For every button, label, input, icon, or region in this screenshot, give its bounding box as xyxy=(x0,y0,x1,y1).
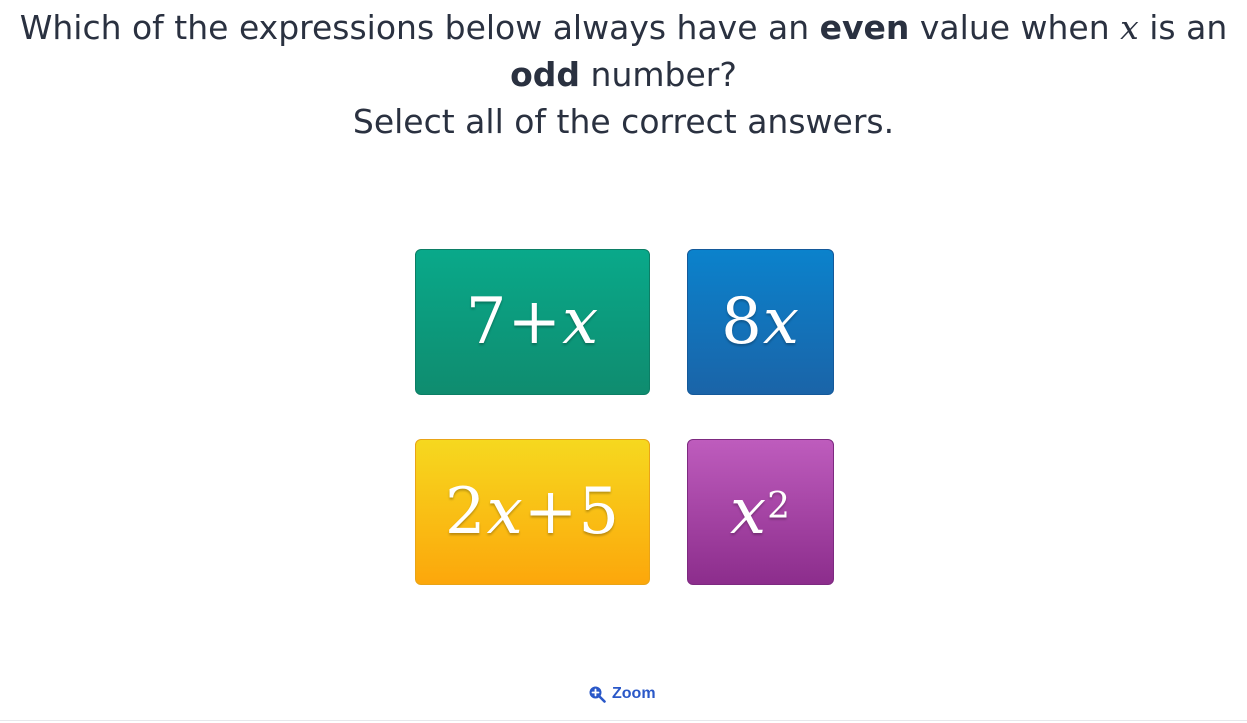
answer-option-8x[interactable]: 8x xyxy=(687,249,834,395)
zoom-button[interactable]: Zoom xyxy=(588,682,656,706)
question-text: Which of the expressions below always ha… xyxy=(0,4,1247,145)
answer-3-suffix: +5 xyxy=(523,475,621,549)
instruction-text: Select all of the correct answers. xyxy=(352,102,895,141)
zoom-label: Zoom xyxy=(612,685,656,702)
answer-option-7-plus-x[interactable]: 7+ x xyxy=(415,249,650,395)
question-bold-odd: odd xyxy=(510,55,581,94)
answer-2-prefix: 8 xyxy=(721,285,763,359)
question-bold-even: even xyxy=(819,8,910,47)
answer-option-2x-plus-5[interactable]: 2 x +5 xyxy=(415,439,650,585)
answer-option-x-squared[interactable]: x2 xyxy=(687,439,834,585)
zoom-in-icon xyxy=(588,685,606,703)
answer-1-variable: x xyxy=(562,285,600,359)
question-part-4: number? xyxy=(580,55,737,94)
answer-1-prefix: 7+ xyxy=(465,285,563,359)
question-part-2: value when xyxy=(909,8,1121,47)
question-part-1: Which of the expressions below always ha… xyxy=(19,8,820,47)
question-line-1: Which of the expressions below always ha… xyxy=(0,4,1247,51)
question-variable: x xyxy=(1120,8,1139,47)
bottom-divider xyxy=(0,720,1247,721)
question-part-3: is an xyxy=(1138,8,1228,47)
answer-4-variable: x xyxy=(730,475,768,549)
answer-4-exponent: 2 xyxy=(767,485,791,527)
question-line-2: odd number? xyxy=(0,51,1247,98)
answer-3-prefix: 2 xyxy=(444,475,487,549)
answer-3-variable: x xyxy=(486,475,524,549)
answer-2-variable: x xyxy=(762,285,800,359)
